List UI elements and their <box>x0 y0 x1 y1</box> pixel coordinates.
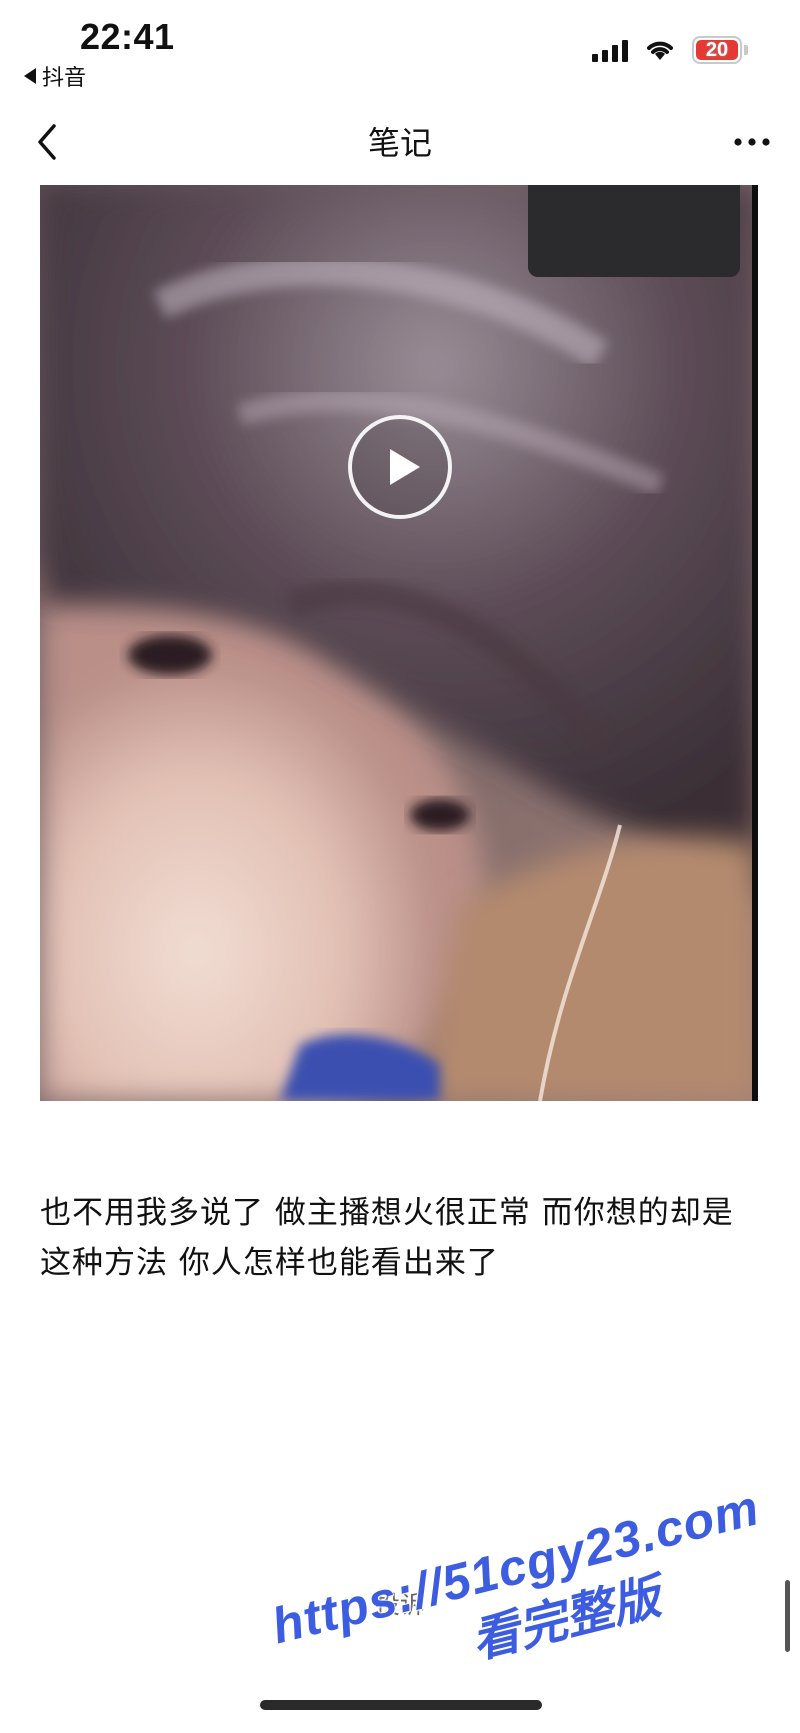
scrollbar[interactable] <box>785 1580 790 1652</box>
page-title: 笔记 <box>367 124 432 162</box>
wifi-icon <box>647 41 673 60</box>
back-to-app-button[interactable]: 抖音 <box>24 60 86 92</box>
video-thumbnail[interactable] <box>40 185 758 1101</box>
play-button[interactable] <box>348 415 452 519</box>
post-caption: 也不用我多说了 做主播想火很正常 而你想的却是这种方法 你人怎样也能看出来了 <box>40 1195 734 1281</box>
battery-icon: 20 <box>692 36 742 64</box>
battery-level: 20 <box>705 38 729 61</box>
video-frame-image <box>40 185 758 1101</box>
signal-icon <box>592 38 628 62</box>
report-button[interactable]: 投诉 <box>0 1585 800 1621</box>
screen: 22:41 抖音 20 笔记 也不用我多说了 做主播想火很正常 而你想的却是这种… <box>0 0 800 1733</box>
status-time: 22:41 <box>80 16 175 57</box>
video-overlay-block <box>528 185 740 277</box>
battery-nub <box>744 45 748 55</box>
status-indicators: 20 <box>592 36 748 64</box>
back-triangle-icon <box>24 68 36 84</box>
more-dots-icon[interactable] <box>732 130 772 154</box>
home-indicator[interactable] <box>260 1700 542 1710</box>
watermark-url: https://51cgy23.com <box>266 1479 765 1655</box>
back-to-app-label: 抖音 <box>42 66 87 91</box>
play-icon <box>390 449 420 485</box>
video-edge <box>752 185 758 1101</box>
